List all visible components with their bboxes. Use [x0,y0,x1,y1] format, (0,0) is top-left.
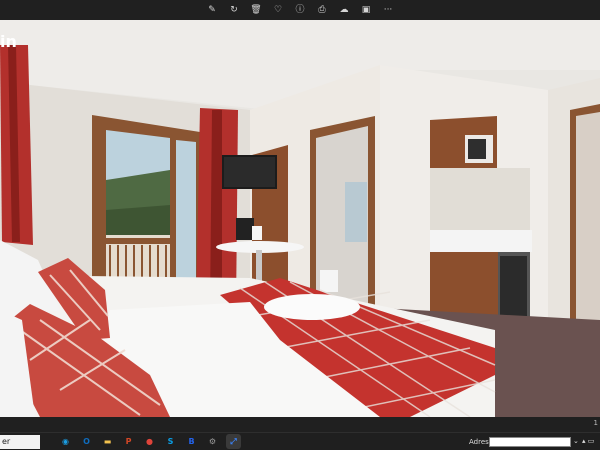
file-explorer-icon[interactable]: ▬ [100,434,115,449]
windows-taskbar: er ◉ O ▬ P ● S B ⚙ ⤢ Adresse ⌄ ▴ ▭ [0,432,600,450]
edge-icon[interactable]: ◉ [58,434,73,449]
room-illustration [0,20,600,417]
taskbar-search-box[interactable]: er [0,435,40,449]
info-icon[interactable]: ⓘ [294,4,307,17]
skype-icon[interactable]: S [163,434,178,449]
favorite-icon[interactable]: ♡ [272,4,285,17]
viewer-statusbar: 1 [0,417,600,432]
more-icon[interactable]: ··· [382,4,395,17]
address-input[interactable] [489,437,571,447]
taskbar-apps: ◉ O ▬ P ● S B ⚙ ⤢ [58,434,241,449]
status-text: 1 [593,419,598,427]
delete-icon[interactable]: 🗑 [250,4,263,17]
cloud-icon[interactable]: ☁ [338,4,351,17]
powerpoint-icon[interactable]: P [121,434,136,449]
editor-icon[interactable]: ▣ [360,4,373,17]
chrome-icon[interactable]: ● [142,434,157,449]
edit-icon[interactable]: ✎ [206,4,219,17]
photo-viewer-window: ✎ ↻ 🗑 ♡ ⓘ ⎙ ☁ ▣ ··· in 1 [0,0,600,432]
print-icon[interactable]: ⎙ [316,4,329,17]
viewer-toolbar: ✎ ↻ 🗑 ♡ ⓘ ⎙ ☁ ▣ ··· [0,0,600,20]
chevron-down-icon[interactable]: ⌄ [573,437,579,445]
hotel-room-photo: in [0,20,600,417]
outlook-icon[interactable]: O [79,434,94,449]
partial-window-title: in [0,32,17,51]
photos-app-icon[interactable]: ⤢ [226,434,241,449]
b-app-icon[interactable]: B [184,434,199,449]
rotate-icon[interactable]: ↻ [228,4,241,17]
system-tray-icons[interactable]: ▴ ▭ [582,437,594,445]
settings-icon[interactable]: ⚙ [205,434,220,449]
